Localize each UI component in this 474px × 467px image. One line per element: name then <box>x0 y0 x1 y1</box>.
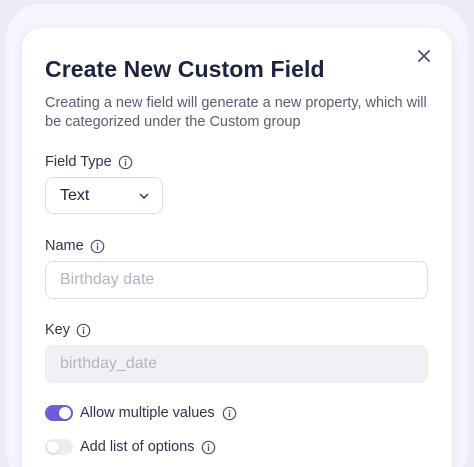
add-list-label: Add list of options <box>80 439 195 455</box>
key-input <box>45 345 428 383</box>
field-type-label-row: Field Type <box>45 154 133 170</box>
allow-multiple-toggle[interactable] <box>45 405 73 421</box>
close-icon[interactable] <box>414 46 434 66</box>
custom-field-dialog: Create New Custom Field Creating a new f… <box>22 28 452 467</box>
add-list-row: Add list of options <box>45 439 216 455</box>
info-icon[interactable] <box>76 323 91 338</box>
info-icon[interactable] <box>201 440 216 455</box>
toggle-knob <box>47 441 59 453</box>
allow-multiple-row: Allow multiple values <box>45 405 237 421</box>
info-icon[interactable] <box>118 155 133 170</box>
allow-multiple-label: Allow multiple values <box>80 405 215 421</box>
field-type-label: Field Type <box>45 154 112 170</box>
info-icon[interactable] <box>222 406 237 421</box>
toggle-knob <box>59 407 71 419</box>
chevron-down-icon <box>139 193 149 199</box>
field-type-value: Text <box>60 186 90 204</box>
dialog-title: Create New Custom Field <box>45 56 325 82</box>
info-icon[interactable] <box>90 239 105 254</box>
add-list-toggle[interactable] <box>45 439 73 455</box>
name-label-row: Name <box>45 238 105 254</box>
key-label: Key <box>45 322 70 338</box>
name-input[interactable] <box>45 261 428 299</box>
dialog-description: Creating a new field will generate a new… <box>45 95 427 130</box>
key-label-row: Key <box>45 322 91 338</box>
field-type-select[interactable]: Text <box>45 177 163 214</box>
name-label: Name <box>45 238 84 254</box>
